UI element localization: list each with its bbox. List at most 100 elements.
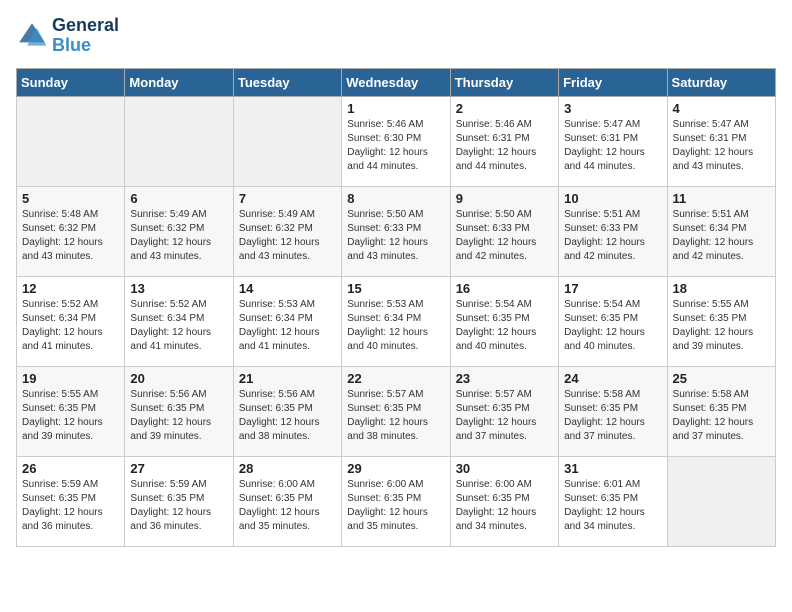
day-number: 13 — [130, 281, 227, 296]
day-number: 4 — [673, 101, 770, 116]
day-number: 20 — [130, 371, 227, 386]
calendar-cell: 7 Sunrise: 5:49 AM Sunset: 6:32 PM Daylig… — [233, 186, 341, 276]
calendar-cell: 28 Sunrise: 6:00 AM Sunset: 6:35 PM Dayli… — [233, 456, 341, 546]
day-number: 18 — [673, 281, 770, 296]
day-info: Sunrise: 5:52 AM Sunset: 6:34 PM Dayligh… — [22, 298, 119, 354]
calendar-cell: 2 Sunrise: 5:46 AM Sunset: 6:31 PM Daylig… — [450, 96, 558, 186]
day-info: Sunrise: 5:50 AM Sunset: 6:33 PM Dayligh… — [347, 208, 444, 264]
weekday-header: Tuesday — [233, 68, 341, 96]
day-number: 19 — [22, 371, 119, 386]
day-info: Sunrise: 5:54 AM Sunset: 6:35 PM Dayligh… — [564, 298, 661, 354]
logo-text: General Blue — [52, 16, 119, 56]
calendar-cell: 30 Sunrise: 6:00 AM Sunset: 6:35 PM Dayli… — [450, 456, 558, 546]
calendar-cell: 14 Sunrise: 5:53 AM Sunset: 6:34 PM Dayli… — [233, 276, 341, 366]
day-info: Sunrise: 5:56 AM Sunset: 6:35 PM Dayligh… — [130, 388, 227, 444]
day-number: 7 — [239, 191, 336, 206]
day-number: 26 — [22, 461, 119, 476]
day-info: Sunrise: 5:47 AM Sunset: 6:31 PM Dayligh… — [564, 118, 661, 174]
day-info: Sunrise: 6:00 AM Sunset: 6:35 PM Dayligh… — [347, 478, 444, 534]
calendar-cell: 10Sunrise: 5:51 AM Sunset: 6:33 PM Dayli… — [559, 186, 667, 276]
calendar-cell — [17, 96, 125, 186]
day-number: 14 — [239, 281, 336, 296]
weekday-header: Wednesday — [342, 68, 450, 96]
day-info: Sunrise: 5:58 AM Sunset: 6:35 PM Dayligh… — [564, 388, 661, 444]
logo-icon — [16, 20, 48, 52]
calendar-table: SundayMondayTuesdayWednesdayThursdayFrid… — [16, 68, 776, 547]
day-info: Sunrise: 5:51 AM Sunset: 6:34 PM Dayligh… — [673, 208, 770, 264]
day-info: Sunrise: 5:53 AM Sunset: 6:34 PM Dayligh… — [239, 298, 336, 354]
calendar-cell: 31Sunrise: 6:01 AM Sunset: 6:35 PM Dayli… — [559, 456, 667, 546]
calendar-cell: 20 Sunrise: 5:56 AM Sunset: 6:35 PM Dayli… — [125, 366, 233, 456]
day-info: Sunrise: 5:49 AM Sunset: 6:32 PM Dayligh… — [239, 208, 336, 264]
calendar-cell: 27Sunrise: 5:59 AM Sunset: 6:35 PM Dayli… — [125, 456, 233, 546]
day-info: Sunrise: 5:56 AM Sunset: 6:35 PM Dayligh… — [239, 388, 336, 444]
day-info: Sunrise: 5:57 AM Sunset: 6:35 PM Dayligh… — [456, 388, 553, 444]
day-number: 6 — [130, 191, 227, 206]
day-info: Sunrise: 5:46 AM Sunset: 6:31 PM Dayligh… — [456, 118, 553, 174]
logo: General Blue — [16, 16, 119, 56]
day-number: 21 — [239, 371, 336, 386]
calendar-cell: 26 Sunrise: 5:59 AM Sunset: 6:35 PM Dayli… — [17, 456, 125, 546]
day-info: Sunrise: 5:52 AM Sunset: 6:34 PM Dayligh… — [130, 298, 227, 354]
day-number: 17 — [564, 281, 661, 296]
calendar-cell: 18 Sunrise: 5:55 AM Sunset: 6:35 PM Dayli… — [667, 276, 775, 366]
calendar-cell: 24 Sunrise: 5:58 AM Sunset: 6:35 PM Dayli… — [559, 366, 667, 456]
calendar-cell: 21 Sunrise: 5:56 AM Sunset: 6:35 PM Dayli… — [233, 366, 341, 456]
day-info: Sunrise: 6:00 AM Sunset: 6:35 PM Dayligh… — [456, 478, 553, 534]
day-number: 1 — [347, 101, 444, 116]
day-number: 5 — [22, 191, 119, 206]
day-number: 11 — [673, 191, 770, 206]
day-number: 3 — [564, 101, 661, 116]
day-info: Sunrise: 5:59 AM Sunset: 6:35 PM Dayligh… — [22, 478, 119, 534]
day-info: Sunrise: 5:57 AM Sunset: 6:35 PM Dayligh… — [347, 388, 444, 444]
day-number: 15 — [347, 281, 444, 296]
calendar-cell: 17 Sunrise: 5:54 AM Sunset: 6:35 PM Dayli… — [559, 276, 667, 366]
day-number: 23 — [456, 371, 553, 386]
calendar-cell: 16Sunrise: 5:54 AM Sunset: 6:35 PM Dayli… — [450, 276, 558, 366]
day-number: 9 — [456, 191, 553, 206]
day-info: Sunrise: 5:55 AM Sunset: 6:35 PM Dayligh… — [22, 388, 119, 444]
day-number: 31 — [564, 461, 661, 476]
day-info: Sunrise: 5:53 AM Sunset: 6:34 PM Dayligh… — [347, 298, 444, 354]
calendar-week-row: 12 Sunrise: 5:52 AM Sunset: 6:34 PM Dayli… — [17, 276, 776, 366]
weekday-header: Friday — [559, 68, 667, 96]
calendar-cell: 15 Sunrise: 5:53 AM Sunset: 6:34 PM Dayli… — [342, 276, 450, 366]
calendar-cell: 8Sunrise: 5:50 AM Sunset: 6:33 PM Daylig… — [342, 186, 450, 276]
day-info: Sunrise: 5:50 AM Sunset: 6:33 PM Dayligh… — [456, 208, 553, 264]
day-number: 12 — [22, 281, 119, 296]
calendar-cell: 6Sunrise: 5:49 AM Sunset: 6:32 PM Daylig… — [125, 186, 233, 276]
day-number: 24 — [564, 371, 661, 386]
day-number: 27 — [130, 461, 227, 476]
calendar-week-row: 26 Sunrise: 5:59 AM Sunset: 6:35 PM Dayli… — [17, 456, 776, 546]
calendar-header: SundayMondayTuesdayWednesdayThursdayFrid… — [17, 68, 776, 96]
page-header: General Blue — [16, 16, 776, 56]
calendar-cell: 12 Sunrise: 5:52 AM Sunset: 6:34 PM Dayli… — [17, 276, 125, 366]
weekday-header: Monday — [125, 68, 233, 96]
calendar-cell: 19 Sunrise: 5:55 AM Sunset: 6:35 PM Dayli… — [17, 366, 125, 456]
day-number: 16 — [456, 281, 553, 296]
day-number: 28 — [239, 461, 336, 476]
day-info: Sunrise: 5:48 AM Sunset: 6:32 PM Dayligh… — [22, 208, 119, 264]
day-number: 22 — [347, 371, 444, 386]
calendar-week-row: 19 Sunrise: 5:55 AM Sunset: 6:35 PM Dayli… — [17, 366, 776, 456]
calendar-cell: 11 Sunrise: 5:51 AM Sunset: 6:34 PM Dayli… — [667, 186, 775, 276]
calendar-cell — [233, 96, 341, 186]
calendar-cell: 3 Sunrise: 5:47 AM Sunset: 6:31 PM Daylig… — [559, 96, 667, 186]
calendar-cell: 9 Sunrise: 5:50 AM Sunset: 6:33 PM Daylig… — [450, 186, 558, 276]
day-number: 29 — [347, 461, 444, 476]
calendar-cell: 23 Sunrise: 5:57 AM Sunset: 6:35 PM Dayli… — [450, 366, 558, 456]
day-number: 25 — [673, 371, 770, 386]
day-info: Sunrise: 5:55 AM Sunset: 6:35 PM Dayligh… — [673, 298, 770, 354]
day-info: Sunrise: 5:58 AM Sunset: 6:35 PM Dayligh… — [673, 388, 770, 444]
weekday-header: Thursday — [450, 68, 558, 96]
calendar-cell: 4 Sunrise: 5:47 AM Sunset: 6:31 PM Daylig… — [667, 96, 775, 186]
weekday-header: Sunday — [17, 68, 125, 96]
day-number: 30 — [456, 461, 553, 476]
day-number: 2 — [456, 101, 553, 116]
calendar-cell: 13 Sunrise: 5:52 AM Sunset: 6:34 PM Dayli… — [125, 276, 233, 366]
calendar-cell — [125, 96, 233, 186]
day-info: Sunrise: 5:47 AM Sunset: 6:31 PM Dayligh… — [673, 118, 770, 174]
day-info: Sunrise: 6:00 AM Sunset: 6:35 PM Dayligh… — [239, 478, 336, 534]
day-info: Sunrise: 5:46 AM Sunset: 6:30 PM Dayligh… — [347, 118, 444, 174]
calendar-cell — [667, 456, 775, 546]
